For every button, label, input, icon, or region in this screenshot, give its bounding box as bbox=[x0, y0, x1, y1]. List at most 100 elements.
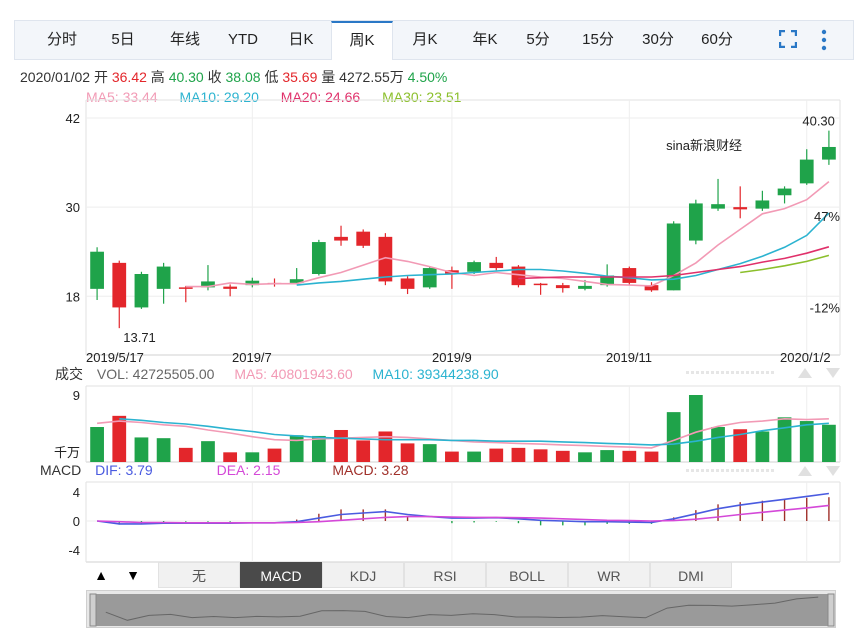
volume-bar-33[interactable] bbox=[822, 424, 836, 462]
macd-down-arrow-icon[interactable] bbox=[826, 466, 840, 476]
panel-up-arrow-icon[interactable] bbox=[798, 368, 812, 378]
macd-up-arrow-icon[interactable] bbox=[798, 466, 812, 476]
panel-dot bbox=[706, 371, 709, 374]
panel-dot bbox=[686, 469, 689, 472]
volume-bar-5[interactable] bbox=[201, 441, 215, 462]
volume-bar-23[interactable] bbox=[600, 450, 615, 462]
x-tick-label: 2019/11 bbox=[606, 350, 652, 365]
volume-bar-26[interactable] bbox=[666, 412, 681, 462]
sina-watermark: sina新浪财经 bbox=[666, 138, 742, 153]
navigator-right-handle[interactable] bbox=[827, 593, 835, 627]
volume-bar-9[interactable] bbox=[289, 435, 304, 462]
navigator-selection[interactable] bbox=[95, 594, 829, 626]
candle-body-14[interactable] bbox=[400, 278, 415, 289]
panel-dot bbox=[761, 371, 764, 374]
panel-dot bbox=[771, 469, 774, 472]
candle-body-21[interactable] bbox=[555, 285, 570, 289]
volume-bar-18[interactable] bbox=[489, 448, 504, 462]
volume-bar-31[interactable] bbox=[777, 417, 792, 462]
candle-body-32[interactable] bbox=[799, 159, 814, 184]
volume-bar-8[interactable] bbox=[267, 448, 282, 462]
macd-bars: 4 0 -4 bbox=[68, 485, 840, 558]
volume-bar-32[interactable] bbox=[799, 421, 814, 462]
panel-dot bbox=[716, 469, 719, 472]
volume-bar-28[interactable] bbox=[711, 427, 725, 462]
candle-body-15[interactable] bbox=[422, 268, 437, 288]
candle-body-28[interactable] bbox=[711, 204, 725, 209]
candle-body-4[interactable] bbox=[178, 287, 193, 289]
volume-bar-14[interactable] bbox=[400, 443, 415, 462]
volume-bar-24[interactable] bbox=[622, 450, 637, 462]
indicator-tab-6[interactable]: DMI bbox=[650, 562, 732, 588]
candle-body-0[interactable] bbox=[90, 251, 104, 289]
kline-chart[interactable]: sina新浪财经 42 30 18 47% -12% 40.30 13.71 2019/5/1… bbox=[0, 0, 864, 629]
volume-bar-16[interactable] bbox=[445, 451, 459, 462]
pct-label-down: -12% bbox=[810, 300, 841, 315]
candle-body-6[interactable] bbox=[223, 286, 238, 289]
time-navigator[interactable] bbox=[86, 590, 836, 628]
indicator-tab-4[interactable]: BOLL bbox=[486, 562, 568, 588]
candle-body-30[interactable] bbox=[755, 200, 770, 209]
y-tick-label: 30 bbox=[66, 200, 80, 215]
candle-body-27[interactable] bbox=[688, 203, 703, 241]
candle-body-17[interactable] bbox=[467, 262, 481, 272]
candle-body-22[interactable] bbox=[578, 285, 592, 289]
volume-bar-2[interactable] bbox=[134, 437, 149, 462]
candle-body-24[interactable] bbox=[622, 268, 637, 283]
candle-body-31[interactable] bbox=[777, 188, 792, 196]
panel-dot bbox=[771, 371, 774, 374]
panel-dot bbox=[726, 371, 729, 374]
candle-body-10[interactable] bbox=[311, 242, 326, 274]
volume-bar-27[interactable] bbox=[688, 395, 703, 462]
candle-body-20[interactable] bbox=[533, 283, 548, 286]
scroll-up-arrow-icon[interactable]: ▲ bbox=[86, 562, 116, 588]
indicator-tab-5[interactable]: WR bbox=[568, 562, 650, 588]
candle-body-29[interactable] bbox=[733, 207, 748, 210]
candle-body-2[interactable] bbox=[134, 274, 149, 308]
volume-bar-4[interactable] bbox=[178, 447, 193, 462]
candle-body-33[interactable] bbox=[822, 146, 836, 160]
indicator-tab-2[interactable]: KDJ bbox=[322, 562, 404, 588]
panel-dot bbox=[731, 469, 734, 472]
volume-bar-6[interactable] bbox=[223, 452, 238, 462]
scroll-down-arrow-icon[interactable]: ▼ bbox=[118, 562, 148, 588]
candle-body-18[interactable] bbox=[489, 262, 504, 269]
panel-dot bbox=[756, 469, 759, 472]
volume-bar-30[interactable] bbox=[755, 431, 770, 462]
volume-bar-20[interactable] bbox=[533, 449, 548, 462]
panel-dot bbox=[726, 469, 729, 472]
volume-bar-15[interactable] bbox=[422, 444, 437, 462]
navigator-left-handle[interactable] bbox=[89, 593, 97, 627]
volume-bar-12[interactable] bbox=[356, 440, 371, 462]
volume-bar-7[interactable] bbox=[245, 452, 260, 462]
panel-dot bbox=[706, 469, 709, 472]
volume-bar-1[interactable] bbox=[112, 415, 127, 462]
volume-bar-3[interactable] bbox=[156, 438, 171, 462]
volume-unit-label: 千万 bbox=[54, 445, 80, 460]
panel-dot bbox=[721, 371, 724, 374]
candle-body-12[interactable] bbox=[356, 231, 371, 246]
panel-dot bbox=[746, 371, 749, 374]
panel-dot bbox=[716, 371, 719, 374]
panel-dot bbox=[701, 469, 704, 472]
indicator-tab-0[interactable]: 无 bbox=[158, 562, 240, 588]
panel-dot bbox=[741, 371, 744, 374]
volume-bar-0[interactable] bbox=[90, 427, 104, 462]
volume-bar-21[interactable] bbox=[555, 450, 570, 462]
min-price-label: 13.71 bbox=[123, 330, 156, 345]
candle-body-11[interactable] bbox=[334, 236, 348, 241]
panel-down-arrow-icon[interactable] bbox=[826, 368, 840, 378]
volume-bar-17[interactable] bbox=[467, 451, 481, 462]
macd-tick-label: 4 bbox=[73, 485, 80, 500]
indicator-tab-3[interactable]: RSI bbox=[404, 562, 486, 588]
volume-bar-11[interactable] bbox=[334, 429, 348, 462]
candle-body-3[interactable] bbox=[156, 266, 171, 289]
indicator-tab-1[interactable]: MACD bbox=[240, 562, 322, 588]
candle-body-26[interactable] bbox=[666, 223, 681, 291]
y-tick-label: 42 bbox=[66, 111, 80, 126]
volume-bar-22[interactable] bbox=[578, 452, 592, 462]
volume-bar-25[interactable] bbox=[644, 451, 659, 462]
volume-bar-19[interactable] bbox=[511, 447, 526, 462]
macd-tick-label: 0 bbox=[73, 514, 80, 529]
candle-body-1[interactable] bbox=[112, 262, 127, 308]
